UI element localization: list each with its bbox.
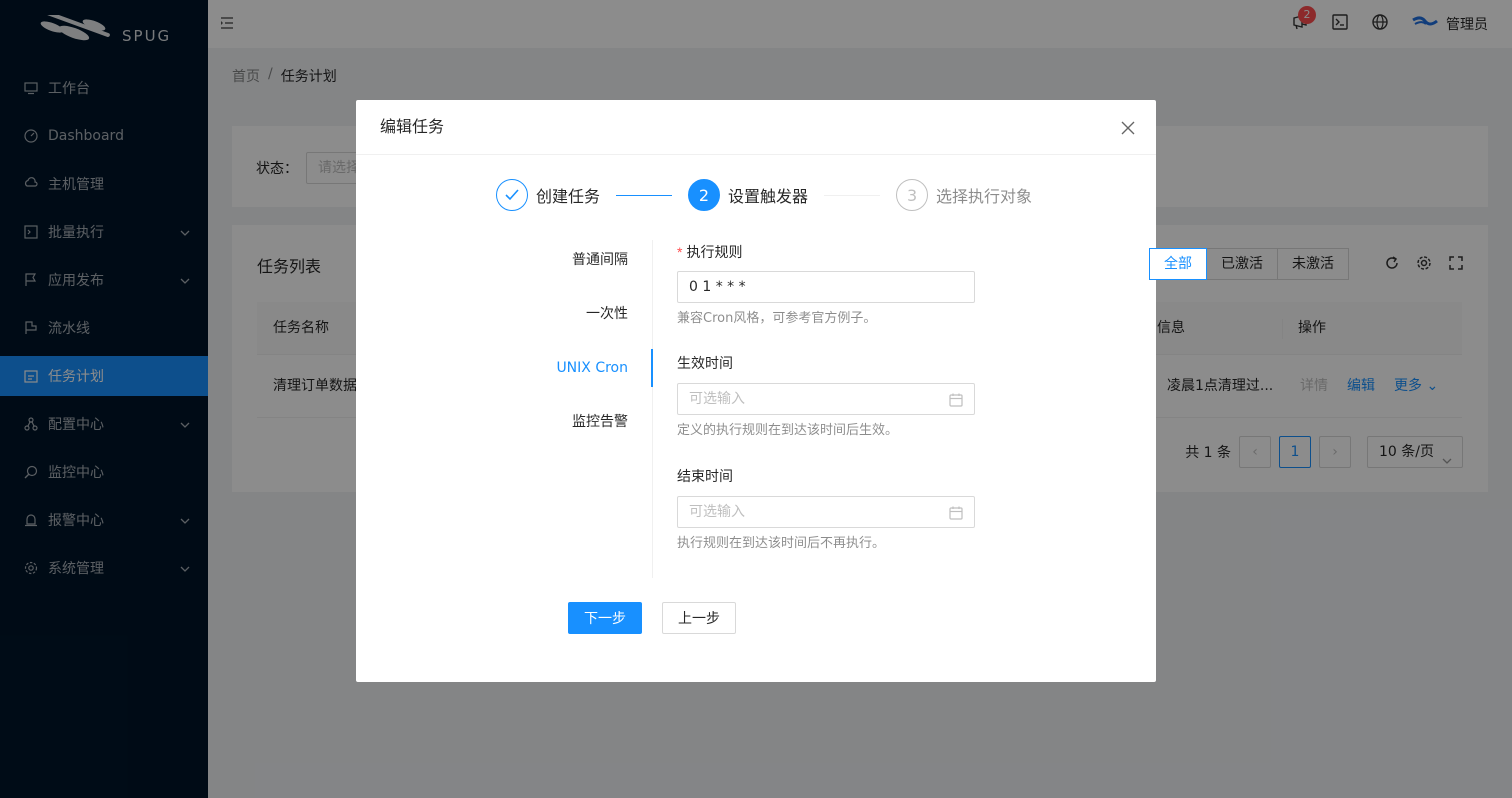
tab-unix-cron[interactable]: UNIX Cron bbox=[556, 357, 628, 379]
tab-once[interactable]: 一次性 bbox=[586, 303, 628, 325]
step-number: 3 bbox=[896, 179, 929, 211]
step-set-trigger: 2 设置触发器 bbox=[688, 179, 808, 211]
rule-label-text: 执行规则 bbox=[686, 245, 743, 261]
end-time-help: 执行规则在到达该时间后不再执行。 bbox=[677, 536, 886, 551]
steps: 创建任务 2 设置触发器 3 选择执行对象 bbox=[496, 179, 1032, 211]
tab-ink-bar bbox=[651, 349, 653, 387]
calendar-icon bbox=[949, 392, 963, 407]
end-time-picker[interactable]: 可选输入 bbox=[677, 496, 975, 528]
step-number: 2 bbox=[688, 179, 721, 211]
start-time-placeholder: 可选输入 bbox=[689, 391, 745, 407]
check-icon bbox=[496, 179, 528, 211]
start-time-picker[interactable]: 可选输入 bbox=[677, 383, 975, 415]
tab-monitor-alarm[interactable]: 监控告警 bbox=[572, 411, 628, 433]
step-title: 设置触发器 bbox=[728, 187, 809, 206]
trigger-type-tabs: 普通间隔 一次性 UNIX Cron 监控告警 bbox=[356, 240, 653, 578]
step-connector bbox=[616, 194, 673, 196]
rule-help: 兼容Cron风格，可参考官方例子。 bbox=[677, 311, 877, 326]
start-time-help: 定义的执行规则在到达该时间后生效。 bbox=[677, 423, 899, 438]
end-time-placeholder: 可选输入 bbox=[689, 504, 745, 520]
step-title: 创建任务 bbox=[536, 187, 601, 206]
rule-label: * 执行规则 bbox=[677, 241, 742, 264]
step-connector bbox=[824, 194, 881, 196]
segment-all[interactable]: 全部 bbox=[1149, 248, 1207, 280]
prev-step-button[interactable]: 上一步 bbox=[662, 602, 736, 634]
step-create-task: 创建任务 bbox=[496, 179, 600, 211]
step-title: 选择执行对象 bbox=[936, 187, 1033, 206]
edit-task-modal: 编辑任务 创建任务 2 设置触发器 3 选择执行对象 普通间隔 一次性 UNIX… bbox=[356, 100, 1156, 682]
cron-rule-input[interactable]: 0 1 * * * bbox=[677, 271, 975, 303]
modal-header: 编辑任务 bbox=[356, 100, 1156, 155]
required-mark: * bbox=[677, 244, 683, 260]
calendar-icon bbox=[949, 505, 963, 520]
end-time-label: 结束时间 bbox=[677, 469, 733, 485]
step-select-target: 3 选择执行对象 bbox=[896, 179, 1032, 211]
next-step-button[interactable]: 下一步 bbox=[568, 602, 642, 634]
start-time-label: 生效时间 bbox=[677, 356, 733, 372]
modal-title: 编辑任务 bbox=[380, 117, 445, 136]
close-icon[interactable] bbox=[1118, 118, 1138, 138]
tab-interval[interactable]: 普通间隔 bbox=[572, 249, 628, 271]
